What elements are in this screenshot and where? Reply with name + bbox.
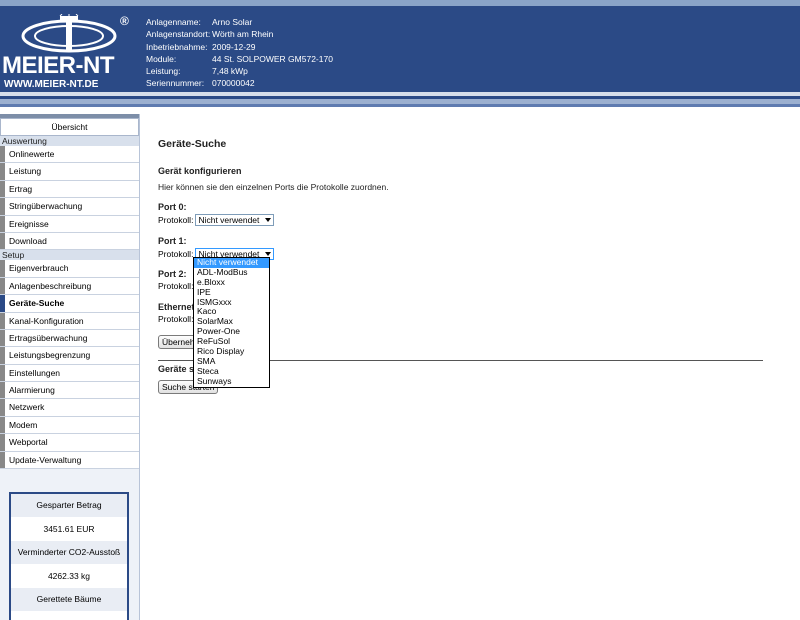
sidebar-item-netzwerk[interactable]: Netzwerk: [0, 399, 139, 417]
company-logo: ® MEIER-NT WWW.MEIER-NT.DE: [0, 12, 140, 96]
dropdown-option[interactable]: Sunways: [194, 376, 269, 387]
sidebar-item-download[interactable]: Download: [0, 232, 139, 251]
port-label: Port 2:: [158, 269, 187, 279]
info-label: Module:: [146, 53, 177, 64]
info-value: 2009-12-29: [212, 41, 256, 52]
protocol-dropdown-list[interactable]: Nicht verwendet ADL-ModBus e.Bloxx IPE I…: [193, 257, 270, 388]
info-row: Anlagenname: Arno Solar: [146, 16, 333, 28]
sidebar-item-update-verwaltung[interactable]: Update-Verwaltung: [0, 451, 139, 470]
port-0: Port 0: Protokoll: Nicht verwendet: [158, 202, 275, 226]
info-row: Inbetriebnahme: 2009-12-29: [146, 41, 333, 53]
protocol-label: Protokoll:: [158, 314, 194, 324]
protocol-label: Protokoll:: [158, 281, 194, 291]
plant-info: Anlagenname: Arno Solar Anlagenstandort: W…: [146, 16, 333, 90]
protocol-select-port-0[interactable]: Nicht verwendet: [195, 214, 275, 226]
info-value: 070000042: [212, 78, 255, 89]
header: ® MEIER-NT WWW.MEIER-NT.DE Anlagenname: A…: [0, 6, 800, 92]
logo-url-text: WWW.MEIER-NT.DE: [4, 79, 99, 90]
info-label: Anlagenstandort:: [146, 29, 211, 40]
port-2: Port 2: Protokoll:: [158, 269, 193, 291]
savings-box: Gesparter Betrag 3451.61 EUR Verminderte…: [9, 492, 129, 620]
select-value: Nicht verwendet: [198, 215, 260, 225]
protocol-label: Protokoll:: [158, 249, 194, 259]
info-value: 7,48 kWp: [212, 66, 248, 77]
sidebar-item-webportal[interactable]: Webportal: [0, 434, 139, 452]
section-subtitle: Gerät konfigurieren: [158, 166, 242, 176]
header-bands: [0, 92, 800, 112]
info-row: Leistung: 7,48 kWp: [146, 65, 333, 77]
chevron-down-icon: [265, 218, 272, 222]
logo-brand-text: MEIER-NT: [2, 52, 115, 79]
sidebar-item-ereignisse[interactable]: Ereignisse: [0, 215, 139, 233]
info-label: Leistung:: [146, 66, 181, 77]
trees-label: Gerettete Bäume: [11, 588, 127, 611]
sidebar-item-leistung[interactable]: Leistung: [0, 163, 139, 181]
protocol-row: Protokoll:: [158, 314, 195, 324]
sidebar-item-modem[interactable]: Modem: [0, 416, 139, 435]
sidebar-item-eigenverbrauch[interactable]: Eigenverbrauch: [0, 260, 139, 278]
section-auswertung: Auswertung: [0, 136, 139, 146]
info-row: Module: 44 St. SOLPOWER GM572-170: [146, 53, 333, 65]
info-value: Arno Solar: [212, 17, 253, 27]
description-text: Hier können sie den einzelnen Ports die …: [158, 182, 389, 192]
page-title: Geräte-Suche: [158, 138, 227, 150]
sidebar-item-einstellungen[interactable]: Einstellungen: [0, 364, 139, 383]
saved-amount-label: Gesparter Betrag: [11, 494, 127, 517]
chevron-down-icon: [265, 252, 272, 256]
sidebar-item-onlinewerte[interactable]: Onlinewerte: [0, 146, 139, 164]
info-value: Wörth am Rhein: [212, 29, 274, 40]
sidebar-item-anlagenbeschreibung[interactable]: Anlagenbeschreibung: [0, 277, 139, 296]
sidebar-item-leistungsbegrenzung[interactable]: Leistungsbegrenzung: [0, 347, 139, 365]
sidebar: Übersicht Auswertung Onlinewerte Leistun…: [0, 114, 140, 620]
protocol-label: Protokoll:: [158, 215, 194, 225]
sidebar-item-alarmierung[interactable]: Alarmierung: [0, 382, 139, 400]
registered-mark: ®: [120, 14, 129, 28]
logo-emblem-icon: [21, 14, 117, 53]
main-content: Geräte-Suche Gerät konfigurieren Hier kö…: [158, 138, 768, 394]
sidebar-item-geraete-suche[interactable]: Geräte-Suche: [0, 295, 139, 313]
sidebar-item-overview[interactable]: Übersicht: [0, 118, 139, 136]
device-search-heading: Geräte s: [158, 364, 195, 374]
info-label: Inbetriebnahme:: [146, 41, 208, 52]
sidebar-item-ertrag[interactable]: Ertrag: [0, 180, 139, 199]
co2-label: Verminderter CO2-Ausstoß: [11, 541, 127, 564]
sidebar-item-stringueberwachung[interactable]: Stringüberwachung: [0, 198, 139, 216]
info-label: Anlagenname:: [146, 17, 201, 27]
info-row: Anlagenstandort: Wörth am Rhein: [146, 28, 333, 40]
co2-value: 4262.33 kg: [47, 571, 91, 581]
port-label: Ethernet: [158, 302, 195, 312]
saved-amount-value: 3451.61 EUR: [43, 524, 95, 534]
info-label: Seriennummer:: [146, 78, 205, 89]
port-label: Port 1:: [158, 236, 187, 246]
protocol-row: Protokoll:: [158, 281, 193, 291]
info-row: Seriennummer: 070000042: [146, 77, 333, 89]
port-ethernet: Ethernet Protokoll:: [158, 302, 195, 324]
section-setup: Setup: [0, 250, 139, 261]
protocol-row: Protokoll: Nicht verwendet: [158, 214, 275, 226]
sidebar-item-kanal-konfiguration[interactable]: Kanal-Konfiguration: [0, 312, 139, 330]
info-value: 44 St. SOLPOWER GM572-170: [212, 53, 333, 64]
port-label: Port 0:: [158, 202, 187, 212]
sidebar-item-ertragsueberwachung[interactable]: Ertragsüberwachung: [0, 329, 139, 348]
